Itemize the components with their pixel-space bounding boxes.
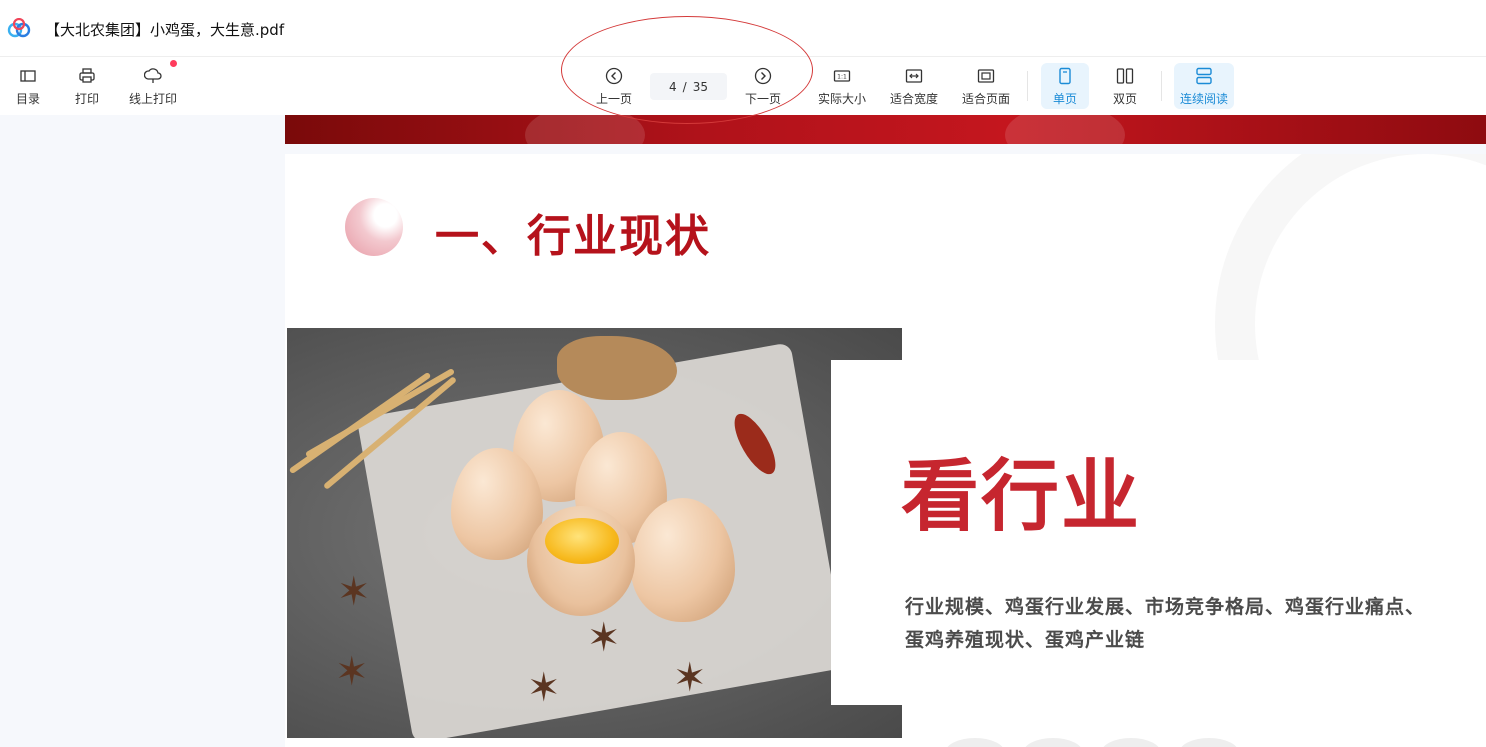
eggs-photo: ✶ ✶ ✶ ✶ ✶	[287, 328, 902, 738]
continuous-read-button[interactable]: 连续阅读	[1174, 63, 1234, 109]
double-page-button[interactable]: 双页	[1101, 63, 1149, 109]
notification-dot	[170, 60, 177, 67]
continuous-read-label: 连续阅读	[1179, 92, 1228, 106]
fit-width-button[interactable]: 适合宽度	[888, 63, 940, 109]
double-page-label: 双页	[1112, 92, 1137, 106]
single-page-button[interactable]: 单页	[1041, 63, 1089, 109]
decorative-shape	[1023, 738, 1083, 747]
decorative-shape	[525, 115, 645, 144]
card-text-line-1: 行业规模、鸡蛋行业发展、市场竞争格局、鸡蛋行业痛点、	[905, 596, 1426, 618]
app-logo-icon	[7, 18, 31, 38]
continuous-read-icon	[1196, 67, 1212, 85]
egg-yolk	[545, 518, 619, 564]
print-button[interactable]: 打印	[69, 63, 105, 109]
cloud-print-icon	[144, 68, 162, 83]
single-page-icon	[1059, 67, 1071, 85]
section-title: 一、行业现状	[435, 211, 711, 262]
actual-size-icon: 1:1	[833, 70, 851, 82]
page-indicator[interactable]: 4 / 35	[650, 73, 727, 100]
toolbar-divider	[1027, 71, 1028, 101]
page-separator: /	[682, 79, 687, 94]
toc-button[interactable]: 目录	[10, 63, 46, 109]
document-viewer[interactable]: 一、行业现状 ✶ ✶ ✶ ✶ ✶ 看行业 行业规模、鸡蛋行业发展、市场竞争格局、…	[0, 115, 1486, 747]
page-current[interactable]: 4	[669, 80, 677, 94]
ginger-root	[557, 336, 677, 400]
chevron-right-circle-icon	[754, 67, 772, 85]
single-page-label: 单页	[1052, 92, 1077, 106]
section-decoration	[345, 198, 403, 256]
decorative-shape	[945, 738, 1005, 747]
card-title: 看行业	[901, 452, 1142, 542]
fit-page-button[interactable]: 适合页面	[960, 63, 1012, 109]
star-anise: ✶	[335, 649, 369, 695]
actual-size-label: 实际大小	[817, 92, 866, 106]
online-print-label: 线上打印	[128, 92, 177, 106]
chevron-left-circle-icon	[605, 67, 623, 85]
prev-page-button[interactable]: 上一页	[594, 63, 634, 109]
fit-page-label: 适合页面	[961, 92, 1010, 106]
toolbar-divider	[1161, 71, 1162, 101]
page-total: 35	[692, 79, 708, 94]
document-title: 【大北农集团】小鸡蛋，大生意.pdf	[45, 21, 285, 39]
actual-size-button[interactable]: 1:1 实际大小	[815, 63, 869, 109]
star-anise: ✶	[337, 569, 371, 615]
star-anise: ✶	[527, 665, 561, 711]
svg-text:1:1: 1:1	[837, 74, 847, 81]
decorative-shape	[1179, 738, 1239, 747]
previous-page-fragment	[285, 115, 1486, 144]
print-label: 打印	[74, 92, 99, 106]
fit-width-icon	[905, 69, 923, 83]
prev-page-label: 上一页	[595, 92, 632, 106]
toolbar: 目录 打印 线上打印 上一页 4 / 35 下一页 1:1 实际大小 适合宽度 …	[0, 57, 1486, 115]
fit-page-icon	[977, 69, 995, 83]
toc-label: 目录	[15, 92, 40, 106]
card-text-line-2: 蛋鸡养殖现状、蛋鸡产业链	[905, 629, 1146, 651]
star-anise: ✶	[673, 655, 707, 701]
printer-icon	[79, 68, 95, 83]
toc-icon	[20, 70, 36, 82]
double-page-icon	[1116, 68, 1134, 84]
title-bar: 【大北农集团】小鸡蛋，大生意.pdf	[0, 0, 1486, 57]
star-anise: ✶	[587, 615, 621, 661]
decorative-shape	[1101, 738, 1161, 747]
decorative-shape	[1005, 115, 1125, 144]
online-print-button[interactable]: 线上打印	[127, 63, 179, 109]
next-page-button[interactable]: 下一页	[743, 63, 783, 109]
pdf-page: 一、行业现状 ✶ ✶ ✶ ✶ ✶ 看行业 行业规模、鸡蛋行业发展、市场竞争格局、…	[285, 154, 1486, 747]
fit-width-label: 适合宽度	[889, 92, 938, 106]
next-page-label: 下一页	[744, 92, 781, 106]
